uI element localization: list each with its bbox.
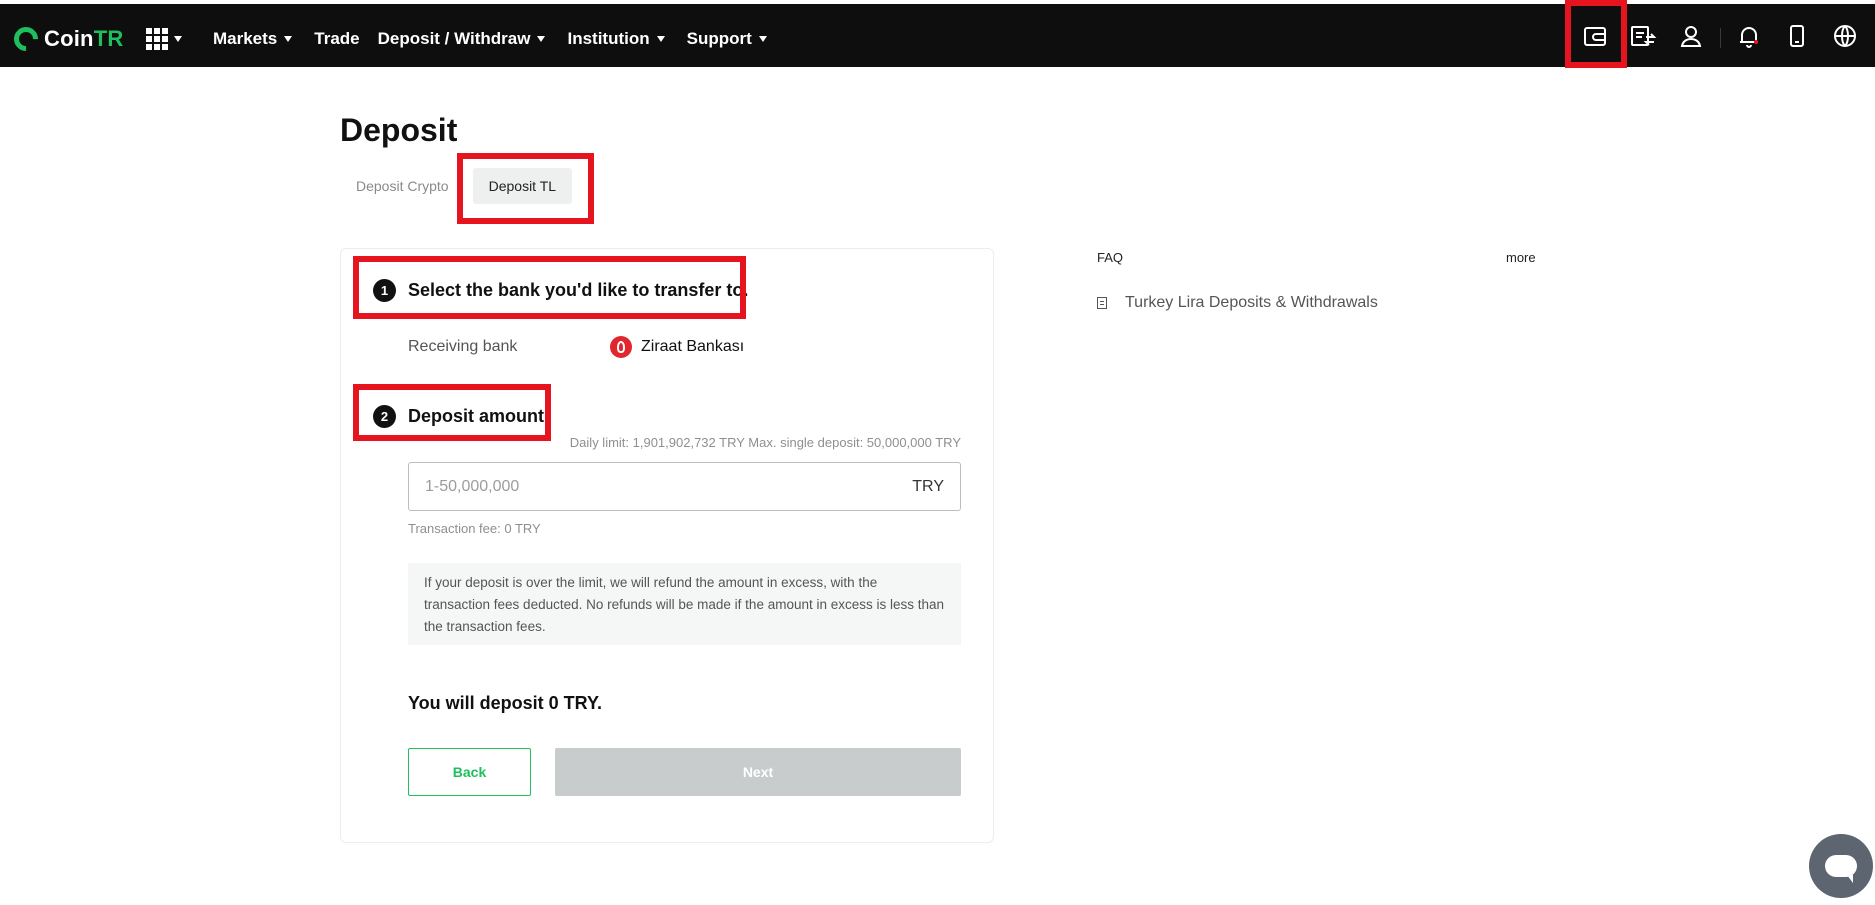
- receiving-bank-label: Receiving bank: [408, 338, 518, 355]
- nav-trade[interactable]: Trade: [314, 28, 359, 50]
- chevron-down-icon: [284, 36, 293, 42]
- nav-markets[interactable]: Markets: [213, 28, 293, 50]
- orders-icon[interactable]: [1629, 22, 1657, 50]
- apps-menu-button[interactable]: [146, 28, 182, 50]
- cointr-logo[interactable]: CoinTR: [9, 22, 124, 56]
- grid-icon: [146, 28, 168, 50]
- chevron-down-icon: [537, 36, 546, 42]
- globe-icon[interactable]: [1831, 22, 1859, 50]
- bell-icon[interactable]: [1735, 22, 1763, 50]
- logo-mark-icon: [9, 22, 43, 56]
- chat-bubble-icon: [1825, 855, 1857, 883]
- step1-highlight-box: [353, 256, 746, 319]
- next-button[interactable]: Next: [555, 748, 961, 796]
- faq-title: FAQ: [1097, 250, 1124, 265]
- logo-text-prefix: Coin: [44, 26, 94, 51]
- tab-deposit-crypto[interactable]: Deposit Crypto: [340, 168, 465, 204]
- deposit-limits-text: Daily limit: 1,901,902,732 TRY Max. sing…: [569, 435, 961, 450]
- step2-highlight-box: [353, 384, 551, 441]
- back-button[interactable]: Back: [408, 748, 531, 796]
- main-nav: Markets Trade Deposit / Withdraw Institu…: [213, 28, 789, 50]
- nav-deposit-withdraw[interactable]: Deposit / Withdraw: [378, 28, 546, 50]
- ziraat-bank-logo: [610, 336, 632, 358]
- faq-item[interactable]: Turkey Lira Deposits & Withdrawals: [1097, 294, 1378, 312]
- document-icon: [1097, 297, 1107, 309]
- faq-item-label: Turkey Lira Deposits & Withdrawals: [1125, 294, 1378, 311]
- wallet-highlight-box: [1565, 0, 1627, 68]
- deposit-tl-highlight-box: [457, 153, 594, 224]
- nav-support[interactable]: Support: [687, 28, 767, 50]
- nav-institution[interactable]: Institution: [567, 28, 665, 50]
- chevron-down-icon: [656, 36, 665, 42]
- mobile-icon[interactable]: [1783, 22, 1811, 50]
- icon-divider: [1720, 28, 1721, 48]
- refund-notice: If your deposit is over the limit, we wi…: [408, 563, 961, 645]
- chat-support-button[interactable]: [1809, 834, 1873, 898]
- currency-unit: TRY: [912, 477, 944, 495]
- chevron-down-icon: [174, 36, 182, 42]
- page-title: Deposit: [340, 112, 458, 148]
- logo-text-suffix: TR: [93, 26, 124, 51]
- receiving-bank-value: Ziraat Bankası: [610, 336, 744, 358]
- amount-input[interactable]: [425, 477, 913, 496]
- faq-more-link[interactable]: more: [1506, 250, 1536, 265]
- user-icon[interactable]: [1677, 22, 1705, 50]
- deposit-summary: You will deposit 0 TRY.: [408, 693, 603, 713]
- transaction-fee-text: Transaction fee: 0 TRY: [408, 521, 541, 536]
- chevron-down-icon: [758, 36, 767, 42]
- bank-name: Ziraat Bankası: [641, 338, 745, 355]
- amount-field[interactable]: TRY: [408, 462, 961, 511]
